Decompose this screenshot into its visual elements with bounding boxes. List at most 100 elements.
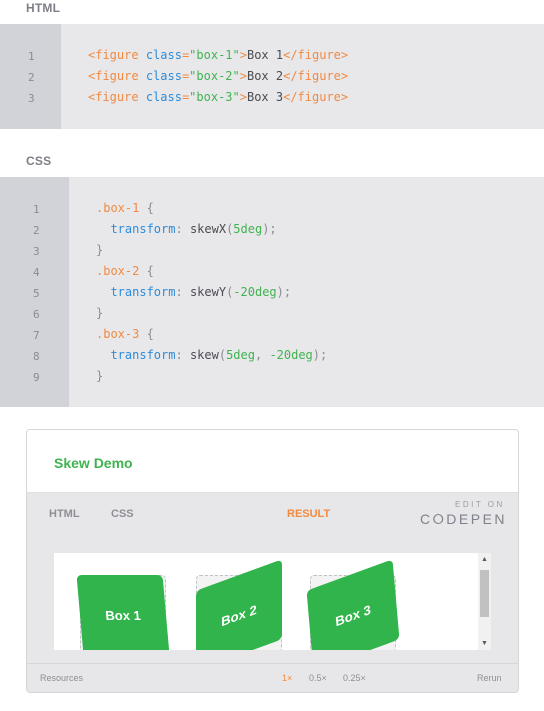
embed-footer: Resources 1× 0.5× 0.25× Rerun [27, 663, 518, 692]
code-token: > [239, 48, 247, 62]
code-token: { [139, 201, 154, 215]
code-token: class [145, 48, 182, 62]
line-number: 7 [33, 329, 40, 342]
code-token: .box-1 [96, 201, 140, 215]
line-number: 4 [33, 266, 40, 279]
code-token: 5deg [233, 222, 263, 236]
code-line: transform: skew(5deg, -20deg); [96, 345, 327, 366]
code-line: .box-2 { [96, 261, 327, 282]
code-token: <figure [88, 48, 139, 62]
code-token: > [239, 69, 247, 83]
zoom-025x-button[interactable]: 0.25× [343, 673, 366, 683]
code-token: ); [262, 222, 277, 236]
code-token: ); [276, 285, 292, 299]
line-number: 2 [33, 224, 40, 237]
embed-header: Skew Demo [27, 430, 518, 493]
resources-button[interactable]: Resources [40, 673, 83, 683]
line-number: 5 [33, 287, 40, 300]
box-2: Box 2 [196, 559, 282, 650]
code-token: } [96, 306, 104, 320]
code-token: : [175, 348, 190, 362]
code-line: .box-3 { [96, 324, 327, 345]
code-line: transform: skewX(5deg); [96, 219, 327, 240]
triangle-down-icon[interactable]: ▼ [480, 640, 489, 647]
box-3: Box 3 [306, 559, 400, 650]
embed-tab-bar: HTML CSS RESULT EDIT ON C⭘DEPEN [27, 493, 518, 539]
code-token: </figure> [283, 48, 349, 62]
code-token: -20deg [233, 285, 277, 299]
code-token: class [145, 69, 182, 83]
css-code-block: 123456789 .box-1 { transform: skewX(5deg… [0, 177, 544, 407]
code-token: transform [110, 285, 176, 299]
code-token: </figure> [283, 69, 349, 83]
code-token: -20deg [269, 348, 313, 362]
code-token: { [139, 264, 154, 278]
demo-title: Skew Demo [54, 455, 133, 471]
code-line: <figure class="box-2">Box 2</figure> [88, 66, 348, 87]
code-token: Box 3 [246, 90, 284, 104]
code-token: skewX [189, 222, 227, 236]
zoom-05x-button[interactable]: 0.5× [309, 673, 327, 683]
codepen-logo[interactable]: C⭘DEPEN [420, 511, 507, 528]
line-number: 2 [28, 71, 35, 84]
codepen-embed: Skew Demo HTML CSS RESULT EDIT ON C⭘DEPE… [26, 429, 519, 693]
preview-scrollbar[interactable]: ▲ ▼ [478, 553, 491, 650]
html-line-numbers: 1 2 3 [28, 46, 35, 109]
rerun-button[interactable]: Rerun [477, 673, 502, 683]
box-1: Box 1 [76, 575, 170, 650]
result-preview: Box 1 Box 2 Box 3 ▲ ▼ [54, 553, 491, 650]
code-token: .box-2 [96, 264, 140, 278]
code-line: <figure class="box-3">Box 3</figure> [88, 87, 348, 108]
code-token: , [254, 348, 270, 362]
line-number: 9 [33, 371, 40, 384]
code-line: } [96, 303, 327, 324]
line-number: 1 [28, 50, 35, 63]
code-token: } [96, 369, 104, 383]
tab-html[interactable]: HTML [49, 508, 80, 520]
code-token: "box-1" [189, 48, 240, 62]
css-code-lines: .box-1 { transform: skewX(5deg);} .box-2 … [96, 198, 327, 387]
code-token: "box-2" [189, 69, 240, 83]
zoom-1x-button[interactable]: 1× [282, 673, 292, 683]
code-token: transform [110, 222, 176, 236]
code-line: .box-1 { [96, 198, 327, 219]
triangle-up-icon[interactable]: ▲ [480, 556, 489, 563]
tab-css[interactable]: CSS [111, 508, 134, 520]
code-token: : [175, 285, 190, 299]
code-line: } [96, 240, 327, 261]
code-token: ( [218, 348, 227, 362]
html-code-block: 1 2 3 <figure class="box-1">Box 1</figure>… [0, 24, 544, 129]
code-token: <figure [88, 69, 139, 83]
tab-result[interactable]: RESULT [287, 508, 330, 520]
line-number: 1 [33, 203, 40, 216]
html-code-lines: <figure class="box-1">Box 1</figure> <fig… [88, 45, 348, 108]
code-token: 5deg [226, 348, 255, 362]
code-token: : [175, 222, 190, 236]
css-section-label: CSS [26, 154, 52, 168]
line-number: 3 [33, 245, 40, 258]
code-token: Box 1 [246, 48, 284, 62]
code-token: } [96, 243, 104, 257]
line-number: 8 [33, 350, 40, 363]
box-1-label: Box 1 [104, 607, 142, 623]
code-line: transform: skewY(-20deg); [96, 282, 327, 303]
code-token: <figure [88, 90, 139, 104]
css-line-numbers: 1 2 3 4 5 6 7 8 9 [33, 199, 40, 388]
scrollbar-thumb[interactable] [480, 570, 489, 617]
code-line: <figure class="box-1">Box 1</figure> [88, 45, 348, 66]
line-number: 3 [28, 92, 35, 105]
code-token: skew [189, 348, 219, 362]
code-token: </figure> [283, 90, 349, 104]
code-line: } [96, 366, 327, 387]
code-token: .box-3 [96, 327, 140, 341]
code-token: { [139, 327, 154, 341]
line-number: 6 [33, 308, 40, 321]
code-token: class [145, 90, 182, 104]
edit-on-label[interactable]: EDIT ON [455, 500, 505, 509]
code-token: "box-3" [189, 90, 240, 104]
